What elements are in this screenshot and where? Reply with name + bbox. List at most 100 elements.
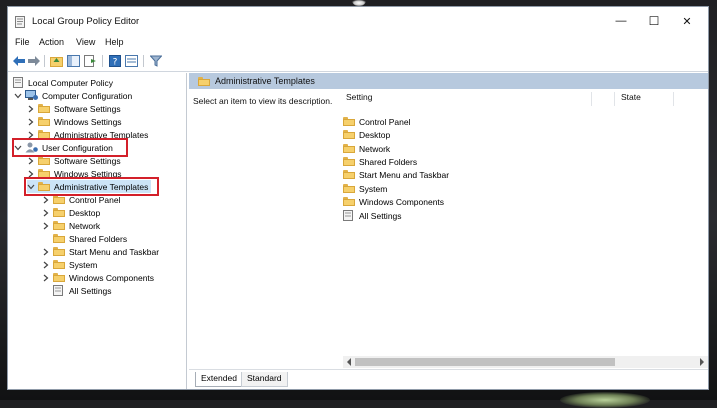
list-item[interactable]: Windows Components [343,195,444,208]
list-item[interactable]: Start Menu and Taskbar [343,168,449,181]
chevron-right-icon[interactable] [27,105,35,113]
tree-label: Computer Configuration [42,90,133,101]
tree-label: Software Settings [54,103,121,114]
tree-label: Software Settings [54,155,121,166]
tab-standard[interactable]: Standard [241,372,288,387]
list-item[interactable]: System [343,182,387,195]
folder-icon [53,208,65,217]
back-arrow-icon[interactable] [12,54,25,67]
tree-item-cc-windows-settings[interactable]: Windows Settings [27,115,122,128]
folder-icon [343,144,355,153]
folder-icon [198,77,210,86]
folder-icon [343,157,355,166]
filter-icon[interactable] [149,54,162,67]
chevron-right-icon[interactable] [42,196,50,204]
details-header: Administrative Templates [189,73,708,89]
list-item[interactable]: All Settings [343,209,402,222]
tree-label: Shared Folders [69,233,128,244]
minimize-button[interactable]: — [606,11,636,31]
folder-icon [53,221,65,230]
svg-text:?: ? [112,57,117,67]
tree-item-computer-configuration[interactable]: Computer Configuration [14,89,132,102]
export-list-icon[interactable] [84,54,97,67]
up-folder-icon[interactable] [50,54,63,67]
folder-icon [343,197,355,206]
folder-icon [53,195,65,204]
chevron-down-icon[interactable] [14,92,22,100]
chevron-right-icon[interactable] [42,248,50,256]
menu-bar: File Action View Help [8,35,708,51]
chevron-right-icon[interactable] [42,209,50,217]
tree-label: All Settings [69,285,112,296]
list-item-label: Start Menu and Taskbar [359,169,450,180]
list-item-label: Windows Components [359,196,445,207]
forward-arrow-icon[interactable] [27,54,40,67]
navigation-tree: Local Computer Policy Computer Configura… [9,73,187,389]
folder-icon [53,247,65,256]
tree-item-start-menu-taskbar[interactable]: Start Menu and Taskbar [42,245,159,258]
chevron-right-icon[interactable] [42,261,50,269]
folder-icon [53,273,65,282]
chevron-right-icon[interactable] [27,157,35,165]
tree-item-cc-software-settings[interactable]: Software Settings [27,102,121,115]
menu-action[interactable]: Action [39,37,64,47]
tree-item-local-computer-policy[interactable]: Local Computer Policy [12,76,113,89]
toolbar-separator [102,55,103,67]
folder-icon [53,234,65,243]
chevron-right-icon[interactable] [27,118,35,126]
tree-item-all-settings[interactable]: All Settings [53,284,112,297]
folder-icon [343,117,355,126]
folder-icon [38,156,50,165]
list-item-label: All Settings [359,210,402,221]
tree-item-desktop[interactable]: Desktop [42,206,100,219]
scrollbar-thumb[interactable] [355,358,615,366]
chevron-right-icon[interactable] [42,222,50,230]
tree-label: Windows Components [69,272,155,283]
tree-label: Control Panel [69,194,121,205]
maximize-button[interactable]: ☐ [639,11,669,31]
tree-label: Windows Settings [54,116,122,127]
list-item[interactable]: Desktop [343,128,390,141]
desktop-glow [560,392,650,408]
list-item-label: Network [359,143,391,154]
tab-extended[interactable]: Extended [195,372,243,387]
tree-label: Start Menu and Taskbar [69,246,160,257]
chevron-right-icon[interactable] [42,274,50,282]
close-button[interactable]: ✕ [672,11,702,31]
tree-item-network[interactable]: Network [42,219,100,232]
toolbar-separator [143,55,144,67]
menu-help[interactable]: Help [105,37,124,47]
list-item[interactable]: Network [343,142,390,155]
list-item[interactable]: Shared Folders [343,155,417,168]
column-header-setting[interactable]: Setting [342,92,592,106]
menu-view[interactable]: View [76,37,95,47]
scroll-left-icon[interactable] [346,358,352,366]
folder-icon [343,184,355,193]
policy-app-icon [15,16,25,28]
toolbar: ? [8,51,708,72]
help-icon[interactable]: ? [108,54,121,67]
properties-icon[interactable] [125,54,138,67]
description-text: Select an item to view its description. [193,96,333,106]
details-pane: Administrative Templates Select an item … [189,73,708,389]
tree-label: Desktop [69,207,101,218]
list-item[interactable]: Control Panel [343,115,411,128]
tree-item-shared-folders[interactable]: Shared Folders [53,232,127,245]
show-hide-tree-icon[interactable] [67,54,80,67]
horizontal-scrollbar[interactable] [343,356,708,368]
tree-item-system[interactable]: System [42,258,97,271]
folder-icon [38,104,50,113]
scroll-right-icon[interactable] [699,358,705,366]
menu-file[interactable]: File [15,37,30,47]
folder-icon [343,130,355,139]
column-header-state[interactable]: State [614,92,674,106]
computer-icon [25,90,38,100]
tree-item-windows-components[interactable]: Windows Components [42,271,154,284]
list-item-label: Shared Folders [359,156,418,167]
list-item-label: Desktop [359,129,391,140]
tree-label: Network [69,220,101,231]
folder-icon [38,117,50,126]
highlight-box-user-configuration [12,138,128,157]
toolbar-separator [44,55,45,67]
list-item-label: System [359,183,388,194]
